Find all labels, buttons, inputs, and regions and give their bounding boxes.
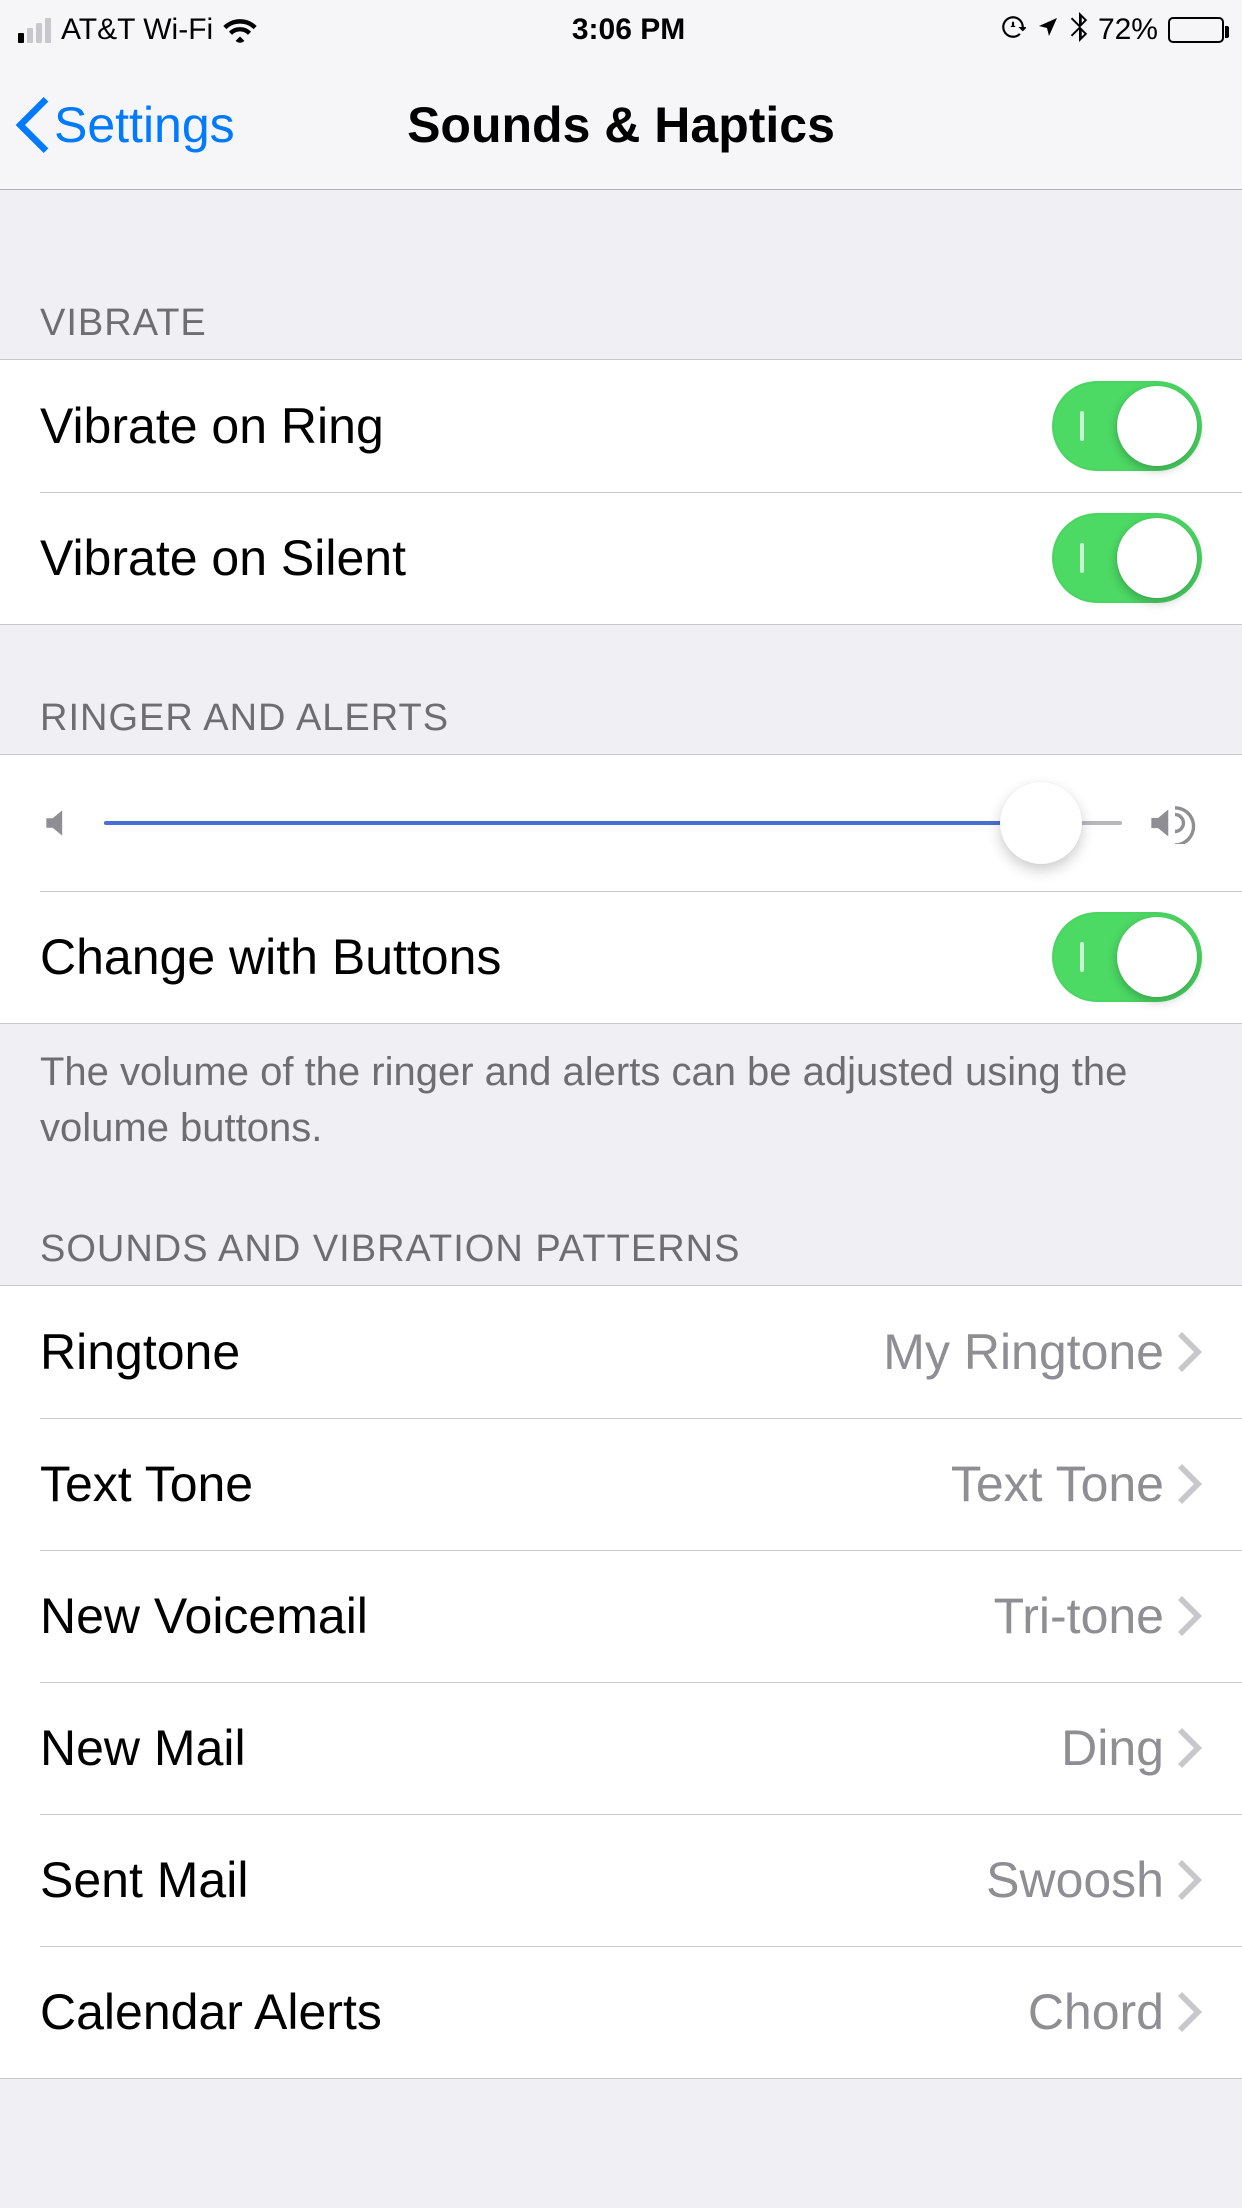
row-volume-slider: [0, 755, 1242, 891]
cell-label: New Mail: [40, 1719, 1061, 1777]
battery-icon: [1168, 17, 1224, 43]
row-new-mail[interactable]: New Mail Ding: [0, 1682, 1242, 1814]
status-time: 3:06 PM: [572, 13, 685, 47]
section-header-ringer: Ringer and Alerts: [0, 625, 1242, 754]
row-vibrate-on-silent: Vibrate on Silent: [0, 492, 1242, 624]
speaker-low-icon: [40, 804, 78, 842]
group-sounds: Ringtone My Ringtone Text Tone Text Tone…: [0, 1285, 1242, 2079]
cell-value: Swoosh: [986, 1851, 1164, 1909]
group-vibrate: Vibrate on Ring Vibrate on Silent: [0, 359, 1242, 625]
battery-percent: 72%: [1098, 13, 1158, 47]
back-button[interactable]: Settings: [14, 96, 235, 154]
wifi-icon: [223, 17, 257, 43]
cell-label: New Voicemail: [40, 1587, 994, 1645]
row-vibrate-on-ring: Vibrate on Ring: [0, 360, 1242, 492]
cell-value: My Ringtone: [883, 1323, 1164, 1381]
row-ringtone[interactable]: Ringtone My Ringtone: [0, 1286, 1242, 1418]
carrier-label: AT&T Wi-Fi: [61, 13, 213, 47]
nav-bar: Settings Sounds & Haptics: [0, 60, 1242, 190]
chevron-right-icon: [1178, 1860, 1202, 1900]
status-right: 72%: [1000, 12, 1224, 49]
cellular-signal-icon: [18, 18, 51, 43]
row-sent-mail[interactable]: Sent Mail Swoosh: [0, 1814, 1242, 1946]
status-bar: AT&T Wi-Fi 3:06 PM 72%: [0, 0, 1242, 60]
volume-slider[interactable]: [104, 821, 1122, 825]
cell-label: Ringtone: [40, 1323, 883, 1381]
cell-label: Change with Buttons: [40, 928, 1052, 986]
bluetooth-icon: [1070, 12, 1088, 49]
back-label: Settings: [54, 96, 235, 154]
cell-label: Text Tone: [40, 1455, 951, 1513]
row-new-voicemail[interactable]: New Voicemail Tri-tone: [0, 1550, 1242, 1682]
speaker-high-icon: [1148, 802, 1202, 844]
location-icon: [1036, 15, 1060, 46]
row-calendar-alerts[interactable]: Calendar Alerts Chord: [0, 1946, 1242, 2078]
page-title: Sounds & Haptics: [407, 96, 835, 154]
status-left: AT&T Wi-Fi: [18, 13, 257, 47]
chevron-right-icon: [1178, 1464, 1202, 1504]
chevron-right-icon: [1178, 1332, 1202, 1372]
cell-value: Text Tone: [951, 1455, 1164, 1513]
cell-label: Calendar Alerts: [40, 1983, 1028, 2041]
cell-label: Vibrate on Ring: [40, 397, 1052, 455]
chevron-right-icon: [1178, 1596, 1202, 1636]
toggle-vibrate-on-ring[interactable]: [1052, 381, 1202, 471]
cell-value: Chord: [1028, 1983, 1164, 2041]
section-header-sounds: Sounds and Vibration Patterns: [0, 1156, 1242, 1285]
chevron-right-icon: [1178, 1728, 1202, 1768]
chevron-right-icon: [1178, 1992, 1202, 2032]
cell-label: Vibrate on Silent: [40, 529, 1052, 587]
slider-thumb[interactable]: [1000, 782, 1082, 864]
cell-value: Ding: [1061, 1719, 1164, 1777]
row-text-tone[interactable]: Text Tone Text Tone: [0, 1418, 1242, 1550]
row-change-with-buttons: Change with Buttons: [0, 891, 1242, 1023]
group-ringer: Change with Buttons: [0, 754, 1242, 1024]
toggle-vibrate-on-silent[interactable]: [1052, 513, 1202, 603]
toggle-change-with-buttons[interactable]: [1052, 912, 1202, 1002]
cell-value: Tri-tone: [994, 1587, 1164, 1645]
content-scroll[interactable]: Vibrate Vibrate on Ring Vibrate on Silen…: [0, 190, 1242, 2079]
section-header-vibrate: Vibrate: [0, 190, 1242, 359]
footer-change-with-buttons: The volume of the ringer and alerts can …: [0, 1024, 1242, 1156]
chevron-left-icon: [14, 97, 50, 153]
cell-label: Sent Mail: [40, 1851, 986, 1909]
orientation-lock-icon: [1000, 14, 1026, 47]
